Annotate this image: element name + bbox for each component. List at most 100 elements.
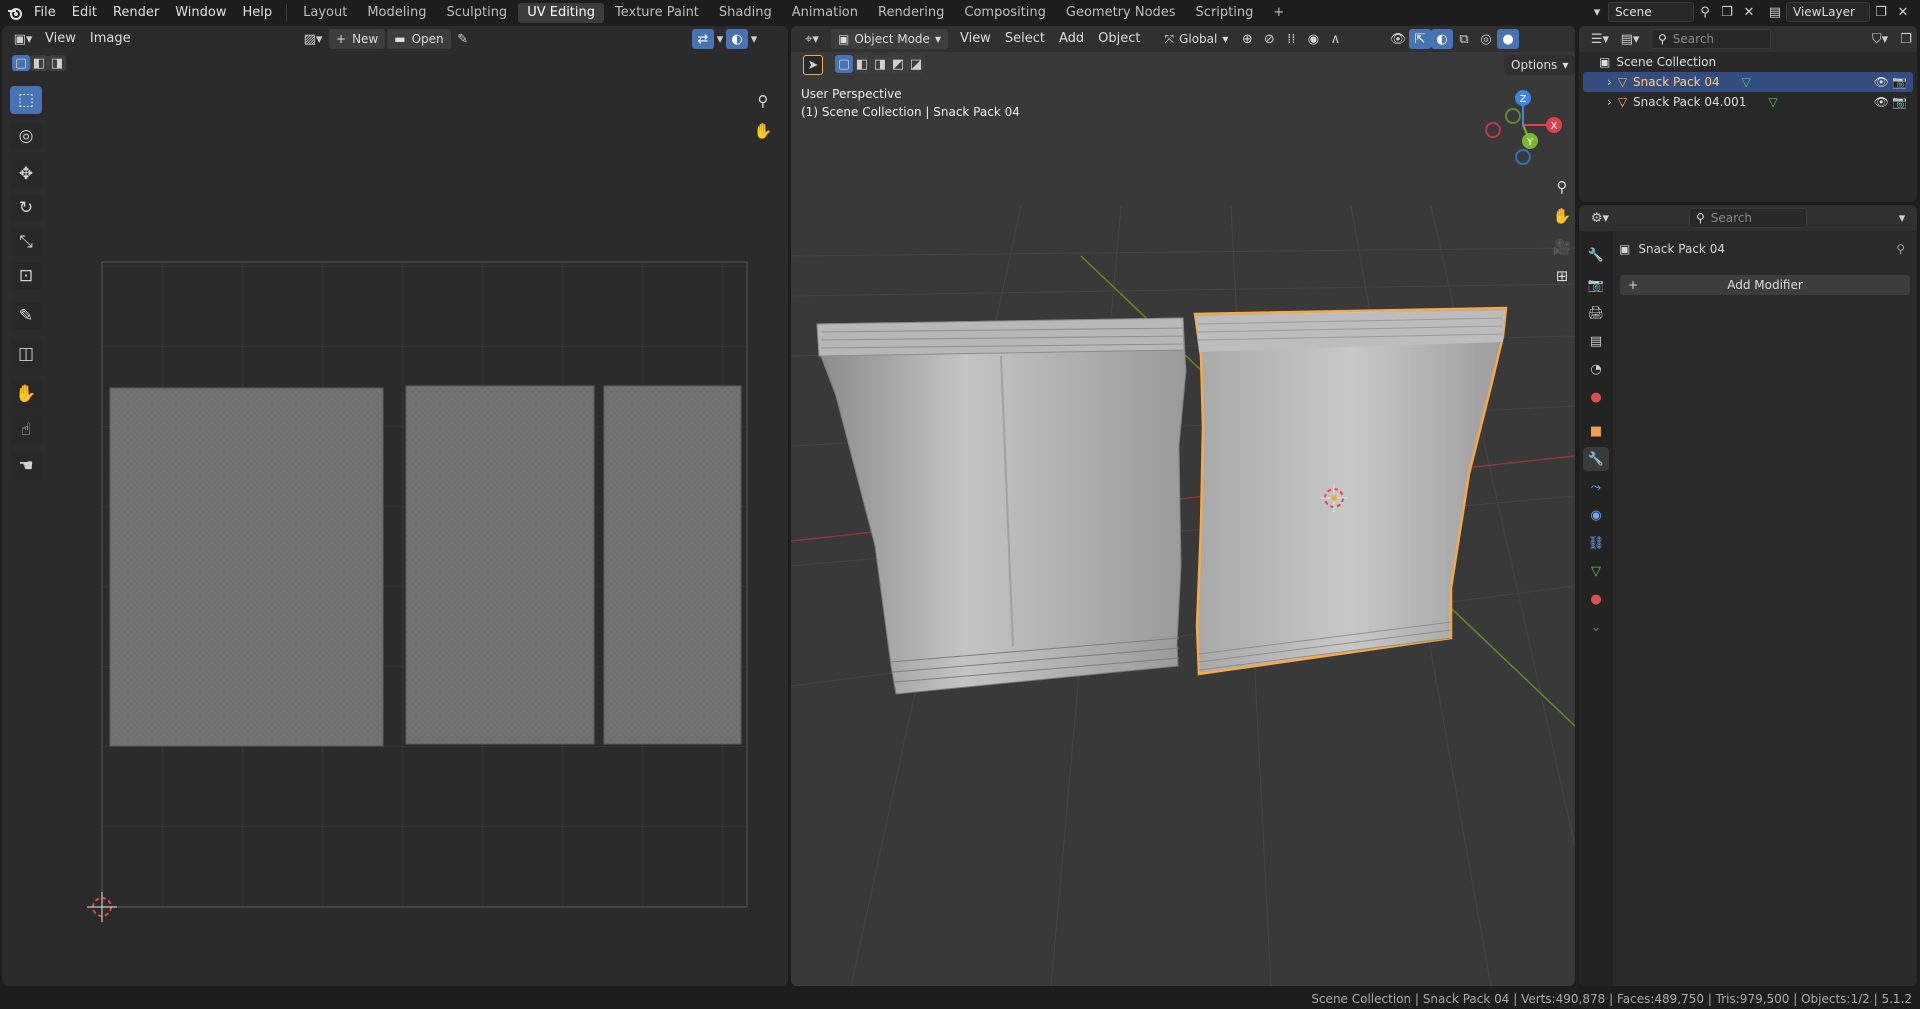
output-tab-icon[interactable]: 🖨	[1583, 301, 1609, 325]
viewport-menu-view[interactable]: View	[953, 26, 998, 52]
pin-icon[interactable]: ⚲	[1694, 2, 1716, 22]
pin-icon[interactable]: ⚲	[1896, 242, 1905, 256]
proportional-edit-icon[interactable]: ◉	[1302, 29, 1324, 49]
tweak-tool-icon[interactable]: ➤	[803, 55, 823, 75]
viewport-editor-type-icon[interactable]: ⌖▾	[797, 29, 827, 49]
visibility-icon[interactable]: 👁	[1874, 95, 1889, 109]
tab-animation[interactable]: Animation	[783, 3, 867, 23]
delete-view-layer-icon[interactable]: ✕	[1892, 2, 1914, 22]
viewport-zoom-icon[interactable]: ⚲	[1549, 174, 1575, 200]
tab-sculpting[interactable]: Sculpting	[437, 3, 516, 23]
render-icon[interactable]: 📷	[1892, 95, 1907, 109]
camera-view-icon[interactable]: 🎥	[1549, 234, 1575, 260]
new-scene-icon[interactable]: ❐	[1716, 2, 1738, 22]
blender-logo-icon[interactable]	[4, 3, 26, 23]
tab-layout[interactable]: Layout	[294, 3, 356, 23]
filter-icon[interactable]: ⛉▾	[1865, 29, 1895, 49]
delete-scene-icon[interactable]: ✕	[1738, 2, 1760, 22]
uv-island-side[interactable]	[603, 385, 742, 745]
solid-shading-icon[interactable]: ●	[1497, 29, 1519, 49]
uv-island-front[interactable]	[109, 387, 384, 747]
tab-texture-paint[interactable]: Texture Paint	[606, 3, 708, 23]
snap-target-icon[interactable]: ⁞⁞	[1280, 29, 1302, 49]
viewport-canvas[interactable]: Z X Y	[791, 26, 1575, 986]
viewport-menu-select[interactable]: Select	[998, 26, 1052, 52]
snack-pack-mesh[interactable]	[816, 317, 1187, 695]
visibility-icon[interactable]: 👁	[1387, 29, 1409, 49]
view-layer-tab-icon[interactable]: ▤	[1583, 329, 1609, 353]
falloff-icon[interactable]: ∧	[1324, 29, 1346, 49]
display-mode-icon[interactable]: ▤▾	[1615, 29, 1645, 49]
pivot-icon[interactable]: ⊕	[1236, 29, 1258, 49]
tab-scripting[interactable]: Scripting	[1187, 3, 1263, 23]
world-tab-icon[interactable]: ●	[1583, 385, 1609, 409]
outliner-root[interactable]: ▣ Scene Collection	[1583, 52, 1913, 72]
tab-modeling[interactable]: Modeling	[358, 3, 435, 23]
add-workspace-button[interactable]: +	[1264, 3, 1293, 23]
viewport-menu-add[interactable]: Add	[1052, 26, 1091, 52]
scene-name-field[interactable]: Scene	[1608, 2, 1694, 22]
add-modifier-button[interactable]: + Add Modifier	[1620, 275, 1910, 295]
orientation-selector[interactable]: ⤧ Global ▾	[1157, 29, 1235, 49]
outliner-item-snack-pack-04-001[interactable]: › ▽ Snack Pack 04.001 ▽ 👁 📷	[1583, 92, 1913, 112]
vp-select-subtract-icon[interactable]: ◨	[871, 55, 889, 73]
snap-icon[interactable]: ⊘	[1258, 29, 1280, 49]
tab-uv-editing[interactable]: UV Editing	[518, 3, 605, 23]
view-layer-icon[interactable]: ▤	[1764, 2, 1786, 22]
options-button[interactable]: Options ▾	[1504, 55, 1575, 75]
expand-icon[interactable]: ›	[1607, 95, 1612, 109]
constraints-tab-icon[interactable]: ⛓	[1583, 531, 1609, 555]
xray-icon[interactable]: ⧉	[1453, 29, 1475, 49]
view-layer-field[interactable]: ViewLayer	[1786, 2, 1870, 22]
outliner-item-snack-pack-04[interactable]: › ▽ Snack Pack 04 ▽ 👁 📷	[1583, 72, 1913, 92]
properties-search[interactable]: ⚲ Search	[1689, 208, 1807, 228]
gizmo-toggle-icon[interactable]: ⇱	[1409, 29, 1431, 49]
expand-icon[interactable]: ›	[1607, 75, 1612, 89]
navigation-gizmo[interactable]: Z X Y	[1485, 90, 1562, 165]
object-tab-icon[interactable]: ■	[1583, 419, 1609, 443]
3d-viewport: Z X Y ⌖▾ ▣ Object Mode ▾ View Select Add…	[791, 26, 1575, 986]
viewport-pan-icon[interactable]: ✋	[1549, 203, 1575, 229]
viewport-menu-object[interactable]: Object	[1091, 26, 1147, 52]
overlay-toggle-icon[interactable]: ◐	[1431, 29, 1453, 49]
tab-rendering[interactable]: Rendering	[869, 3, 953, 23]
scene-icon[interactable]: ▾	[1586, 2, 1608, 22]
snack-pack-selected-mesh[interactable]	[1193, 306, 1508, 676]
object-mode-icon: ▣	[838, 32, 850, 46]
data-tab-icon[interactable]: ▽	[1583, 559, 1609, 583]
menu-file[interactable]: File	[26, 0, 64, 26]
mode-selector[interactable]: ▣ Object Mode ▾	[831, 29, 948, 49]
vp-select-new-icon[interactable]: ▢	[835, 55, 853, 73]
wireframe-shading-icon[interactable]: ◎	[1475, 29, 1497, 49]
menu-edit[interactable]: Edit	[64, 0, 105, 26]
uv-canvas[interactable]	[2, 26, 788, 986]
outliner-editor-type-icon[interactable]: ☰▾	[1585, 29, 1615, 49]
properties-options-icon[interactable]: ▾	[1891, 208, 1913, 228]
menu-window[interactable]: Window	[167, 0, 234, 26]
vp-select-extend-icon[interactable]: ◧	[853, 55, 871, 73]
material-tab-icon[interactable]: ●	[1583, 587, 1609, 611]
menu-help[interactable]: Help	[235, 0, 281, 26]
modifier-tab-icon[interactable]: 🔧	[1583, 447, 1609, 471]
new-collection-icon[interactable]: ❐	[1895, 29, 1917, 49]
menu-render[interactable]: Render	[105, 0, 167, 26]
perspective-toggle-icon[interactable]: ⊞	[1549, 263, 1575, 289]
particles-tab-icon[interactable]: ⤳	[1583, 475, 1609, 499]
scene-tab-icon[interactable]: ◔	[1583, 357, 1609, 381]
more-tabs-icon[interactable]: ⌄	[1583, 615, 1609, 639]
tab-geometry-nodes[interactable]: Geometry Nodes	[1057, 3, 1185, 23]
tool-tab-icon[interactable]: 🔧	[1583, 243, 1609, 267]
new-view-layer-icon[interactable]: ❐	[1870, 2, 1892, 22]
tab-compositing[interactable]: Compositing	[955, 3, 1055, 23]
outliner-header: ☰▾ ▤▾ ⚲ Search ⛉▾ ❐	[1579, 26, 1917, 52]
render-icon[interactable]: 📷	[1892, 75, 1907, 89]
outliner-search[interactable]: ⚲ Search	[1651, 29, 1771, 49]
vp-select-intersect-icon[interactable]: ◪	[907, 55, 925, 73]
properties-editor-type-icon[interactable]: ⚙▾	[1585, 208, 1615, 228]
uv-island-back[interactable]	[405, 385, 595, 745]
visibility-icon[interactable]: 👁	[1874, 75, 1889, 89]
vp-select-invert-icon[interactable]: ◩	[889, 55, 907, 73]
render-tab-icon[interactable]: 📷	[1583, 273, 1609, 297]
physics-tab-icon[interactable]: ◉	[1583, 503, 1609, 527]
tab-shading[interactable]: Shading	[710, 3, 781, 23]
